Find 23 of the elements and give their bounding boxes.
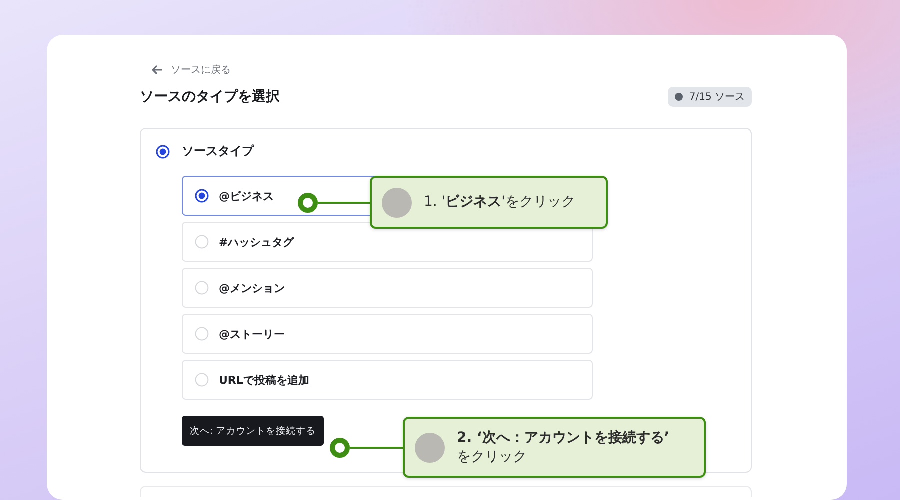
option-label: URLで投稿を追加 bbox=[219, 372, 310, 388]
next-button[interactable]: 次へ: アカウントを接続する bbox=[182, 416, 324, 446]
back-arrow-icon[interactable] bbox=[152, 65, 163, 75]
avatar bbox=[382, 188, 412, 218]
radio-button[interactable] bbox=[195, 189, 209, 203]
option-card[interactable]: @メンション bbox=[182, 268, 593, 308]
hotspot-marker bbox=[330, 438, 350, 458]
option-card[interactable]: URLで投稿を追加 bbox=[182, 360, 593, 400]
option-label: @ビジネス bbox=[219, 188, 274, 204]
page-title: ソースのタイプを選択 bbox=[140, 88, 280, 106]
radio-button[interactable] bbox=[156, 144, 170, 158]
option-card[interactable]: #ハッシュタグ bbox=[182, 222, 593, 262]
option-label: #ハッシュタグ bbox=[219, 234, 294, 250]
status-dot bbox=[675, 93, 684, 101]
option-label: @ストーリー bbox=[219, 326, 285, 342]
avatar bbox=[415, 432, 445, 462]
option-card[interactable]: @ストーリー bbox=[182, 314, 593, 354]
source-count-badge: 7/15 ソース bbox=[668, 87, 752, 107]
option-label: @メンション bbox=[219, 280, 285, 296]
back-link[interactable]: ソースに戻る bbox=[171, 63, 231, 77]
callout-text: 2. ‘次へ：アカウントを接続する’ をクリック bbox=[457, 428, 670, 466]
callout-text: 1. 'ビジネス'をクリック bbox=[424, 193, 576, 212]
section-label: ソースタイプ bbox=[182, 143, 254, 160]
